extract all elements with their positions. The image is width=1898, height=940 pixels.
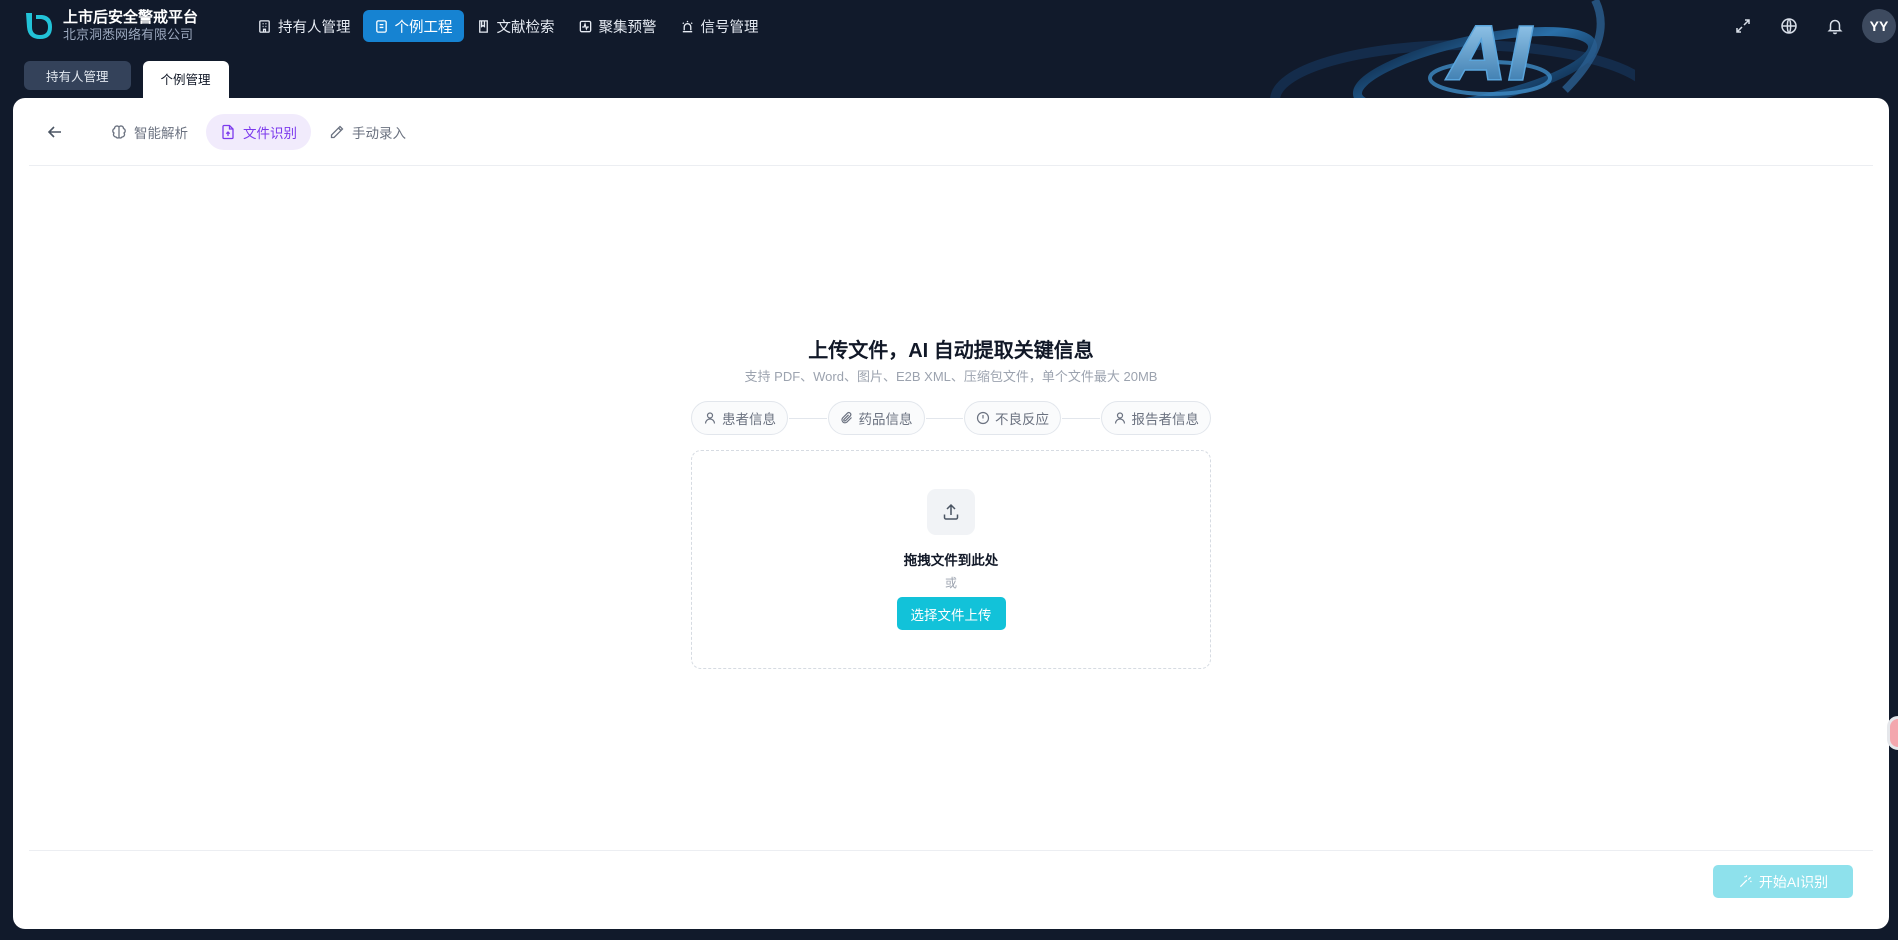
floating-edge-handle[interactable] bbox=[1887, 716, 1898, 750]
nav-item-case-engineering[interactable]: 个例工程 bbox=[362, 10, 464, 42]
bell-icon[interactable] bbox=[1812, 6, 1858, 46]
header-actions: YY bbox=[1720, 6, 1898, 46]
nav-item-literature-search[interactable]: 文献检索 bbox=[465, 10, 566, 42]
upload-subtitle: 支持 PDF、Word、图片、E2B XML、压缩包文件，单个文件最大 20MB bbox=[744, 369, 1158, 384]
step-connector bbox=[925, 417, 963, 419]
step-adverse-reaction: 不良反应 bbox=[964, 401, 1061, 435]
svg-text:AI: AI bbox=[1445, 12, 1535, 98]
page-tab-holder-management[interactable]: 持有人管理 bbox=[24, 61, 131, 90]
siren-icon bbox=[681, 20, 693, 32]
main-card: 智能解析 文件识别 手动录入 上传文件，AI 自动提取关键信息 支持 PDF、W… bbox=[13, 98, 1889, 929]
tab-label: 文件识别 bbox=[243, 125, 297, 141]
step-connector bbox=[789, 417, 827, 419]
select-file-button[interactable]: 选择文件上传 bbox=[896, 597, 1006, 630]
step-drug-info: 药品信息 bbox=[827, 401, 925, 435]
book-icon bbox=[478, 19, 488, 33]
step-label: 患者信息 bbox=[722, 412, 776, 427]
page-tab-case-management[interactable]: 个例管理 bbox=[142, 61, 229, 98]
brain-icon bbox=[112, 124, 126, 139]
tab-label: 手动录入 bbox=[352, 125, 406, 141]
fullscreen-icon[interactable] bbox=[1720, 6, 1766, 46]
ai-banner-art: AI bbox=[1270, 0, 1635, 98]
step-label: 不良反应 bbox=[995, 412, 1049, 427]
alert-circle-icon bbox=[976, 411, 990, 425]
dropzone-title: 拖拽文件到此处 bbox=[903, 553, 999, 568]
user-icon bbox=[704, 412, 716, 424]
nav-label: 信号管理 bbox=[700, 19, 759, 36]
upload-title: 上传文件，AI 自动提取关键信息 bbox=[808, 340, 1094, 362]
nav-label: 持有人管理 bbox=[278, 19, 351, 36]
nav-item-holder-management[interactable]: 持有人管理 bbox=[246, 10, 362, 42]
brand-subtitle: 北京洞悉网络有限公司 bbox=[63, 27, 194, 43]
start-button-label: 开始AI识别 bbox=[1758, 873, 1829, 890]
tab-manual-entry[interactable]: 手动录入 bbox=[315, 114, 420, 150]
nav-item-signal-management[interactable]: 信号管理 bbox=[669, 10, 770, 42]
brand[interactable]: 上市后安全警戒平台 北京洞悉网络有限公司 bbox=[22, 9, 242, 43]
main-nav: 持有人管理 个例工程 文献检索 聚集预警 信号管理 bbox=[246, 10, 771, 42]
tab-smart-parse[interactable]: 智能解析 bbox=[97, 114, 202, 150]
user-icon bbox=[1114, 412, 1125, 424]
mode-toolbar: 智能解析 文件识别 手动录入 bbox=[29, 98, 1873, 166]
file-dropzone[interactable]: 拖拽文件到此处 或 选择文件上传 bbox=[691, 450, 1211, 669]
nav-label: 文献检索 bbox=[496, 19, 555, 36]
nav-label: 个例工程 bbox=[394, 19, 453, 36]
dropzone-or: 或 bbox=[944, 576, 957, 590]
step-connector bbox=[1062, 417, 1100, 419]
step-label: 报告者信息 bbox=[1131, 412, 1200, 427]
activity-icon bbox=[579, 20, 591, 32]
nav-item-cluster-warning[interactable]: 聚集预警 bbox=[567, 10, 668, 42]
sparkle-wand-icon bbox=[1739, 875, 1752, 888]
step-label: 药品信息 bbox=[858, 412, 913, 427]
upload-icon bbox=[927, 489, 975, 535]
document-icon bbox=[375, 19, 387, 33]
back-button[interactable] bbox=[37, 114, 73, 150]
globe-icon[interactable] bbox=[1766, 6, 1812, 46]
arrow-left-icon bbox=[47, 125, 61, 138]
tab-file-recognition[interactable]: 文件识别 bbox=[206, 113, 311, 150]
building-icon bbox=[259, 19, 270, 33]
step-reporter-info: 报告者信息 bbox=[1100, 401, 1211, 435]
top-bar: 上市后安全警戒平台 北京洞悉网络有限公司 持有人管理 个例工程 文献检索 聚集预… bbox=[0, 0, 1898, 98]
nav-label: 聚集预警 bbox=[598, 19, 657, 36]
page-tabs: 持有人管理 个例管理 bbox=[24, 61, 229, 98]
start-ai-recognition-button[interactable]: 开始AI识别 bbox=[1713, 865, 1853, 898]
paperclip-icon bbox=[840, 412, 852, 424]
pencil-icon bbox=[330, 125, 344, 138]
user-avatar[interactable]: YY bbox=[1862, 9, 1896, 43]
footer-divider bbox=[29, 850, 1873, 851]
brand-logo-icon bbox=[26, 13, 52, 39]
tab-label: 智能解析 bbox=[134, 125, 188, 141]
extraction-steps: 患者信息 药品信息 不良反应 报告者信息 bbox=[691, 400, 1211, 436]
brand-title: 上市后安全警戒平台 bbox=[63, 9, 199, 27]
file-upload-icon bbox=[222, 124, 234, 139]
step-patient-info: 患者信息 bbox=[691, 401, 788, 435]
